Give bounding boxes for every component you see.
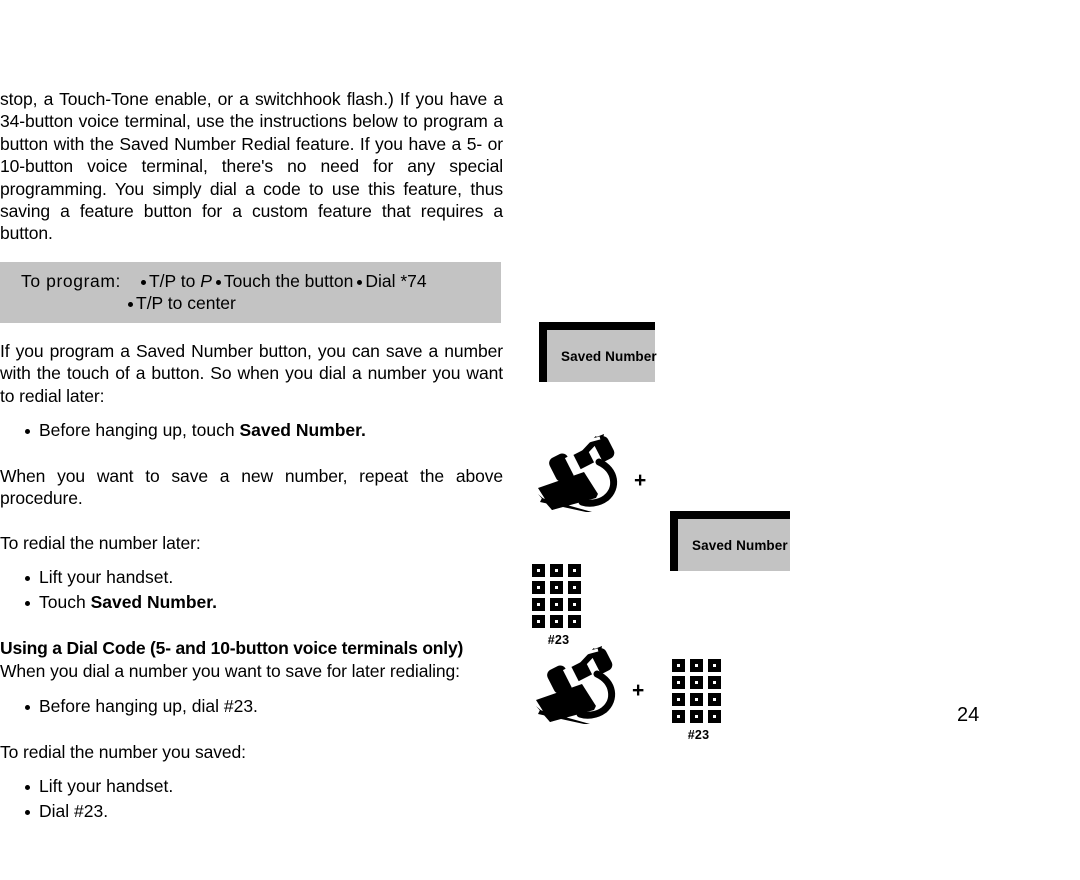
keypad-key: [532, 615, 545, 628]
bullet-text: Touch: [39, 592, 91, 613]
program-step-1: T/P to: [148, 270, 196, 291]
program-step-3: Dial *74: [365, 270, 427, 291]
button-label: Saved Number: [692, 537, 788, 553]
document-page: stop, a Touch-Tone enable, or a switchho…: [0, 0, 1080, 880]
illustration-saved-number-button: Saved Number: [539, 322, 657, 382]
program-instruction-line-1: To program: T/P to P Touch the button Dial …: [0, 270, 501, 292]
page-number: 24: [957, 704, 980, 726]
bullet-text-bold: Saved Number.: [239, 420, 366, 441]
illustration-keypad-dial-code: #23: [532, 564, 585, 647]
keypad-key: [550, 615, 563, 628]
list-item: Dial #23.: [0, 799, 503, 824]
paragraph-redial-later: To redial the number later:: [0, 532, 201, 553]
keypad-key: [550, 581, 563, 594]
list-item: Before hanging up, touch Saved Number.: [0, 418, 503, 443]
keypad-key: [672, 693, 685, 706]
bullet-text: Before hanging up, dial #23.: [39, 695, 258, 716]
keypad-key: [532, 598, 545, 611]
keypad-key: [672, 710, 685, 723]
plus-sign-2: +: [632, 679, 645, 702]
list-item: Lift your handset.: [0, 565, 503, 590]
keypad-key: [708, 710, 721, 723]
plus-sign-1: +: [634, 469, 647, 492]
keypad-key: [550, 564, 563, 577]
program-label: To program:: [21, 270, 121, 291]
keypad-key: [532, 581, 545, 594]
bullet-list-dial-save: Before hanging up, dial #23.: [0, 694, 503, 719]
keypad-key: [672, 659, 685, 672]
bullet-text-bold: Saved Number.: [90, 592, 218, 613]
paragraph-repeat-procedure: When you want to save a new number, repe…: [0, 466, 503, 509]
keypad-key: [550, 598, 563, 611]
program-step-4: T/P to center: [136, 292, 236, 313]
list-item: Touch Saved Number.: [0, 590, 503, 615]
keypad-key: [568, 581, 581, 594]
keypad-grid: [532, 564, 585, 628]
bullet-dot-icon: [140, 279, 146, 285]
bullet-dot-icon: [357, 279, 363, 285]
handset-svg: [536, 646, 616, 724]
keypad-key: [690, 676, 703, 689]
keypad-key: [690, 710, 703, 723]
illustration-saved-number-button-2: Saved Number: [670, 511, 790, 571]
bullet-list-redial: Lift your handset. Touch Saved Number.: [0, 565, 503, 615]
bullet-list-save: Before hanging up, touch Saved Number.: [0, 418, 503, 443]
list-item: Lift your handset.: [0, 774, 503, 799]
paragraph-dial-code-save: When you dial a number you want to save …: [0, 661, 460, 682]
program-step-2: Touch the button: [223, 270, 354, 291]
program-instruction-box: To program: T/P to P Touch the button Dial …: [0, 261, 501, 323]
keypad-key: [568, 615, 581, 628]
paragraph-redial-saved: To redial the number you saved:: [0, 741, 246, 762]
lifted-handset-icon-1: [536, 432, 622, 516]
bullet-text: Lift your handset.: [39, 776, 174, 797]
illustration-keypad-dial-code-2: #23: [672, 659, 725, 742]
bullet-text: Before hanging up, touch: [39, 420, 240, 441]
bullet-dot-icon: [128, 301, 133, 307]
section-subheading: Using a Dial Code (5- and 10-button voic…: [0, 638, 464, 659]
keypad-key: [708, 659, 721, 672]
keypad-grid: [672, 659, 725, 723]
keypad-key: [672, 676, 685, 689]
keypad-key: [690, 659, 703, 672]
bullet-dot-icon: [215, 279, 221, 285]
program-instruction-line-2: T/P to center: [0, 292, 501, 314]
button-face: Saved Number: [678, 519, 790, 571]
keypad-key: [568, 598, 581, 611]
bullet-list-dial-redial: Lift your handset. Dial #23.: [0, 774, 503, 824]
lifted-handset-icon-2: [534, 644, 620, 728]
keypad-key: [708, 676, 721, 689]
dial-code-label: #23: [687, 728, 710, 742]
keypad-key: [690, 693, 703, 706]
bullet-text: Lift your handset.: [39, 567, 174, 588]
keypad-key: [532, 564, 545, 577]
program-step-1-mode: P: [200, 270, 212, 291]
paragraph-save-number: If you program a Saved Number button, yo…: [0, 340, 503, 406]
bullet-text: Dial #23.: [39, 801, 109, 822]
keypad-key: [708, 693, 721, 706]
button-label: Saved Number: [561, 348, 657, 364]
button-face: Saved Number: [547, 330, 657, 382]
text-column: stop, a Touch-Tone enable, or a switchho…: [0, 88, 503, 824]
handset-svg: [538, 434, 618, 512]
intro-paragraph: stop, a Touch-Tone enable, or a switchho…: [0, 89, 503, 244]
list-item: Before hanging up, dial #23.: [0, 694, 503, 719]
keypad-key: [568, 564, 581, 577]
